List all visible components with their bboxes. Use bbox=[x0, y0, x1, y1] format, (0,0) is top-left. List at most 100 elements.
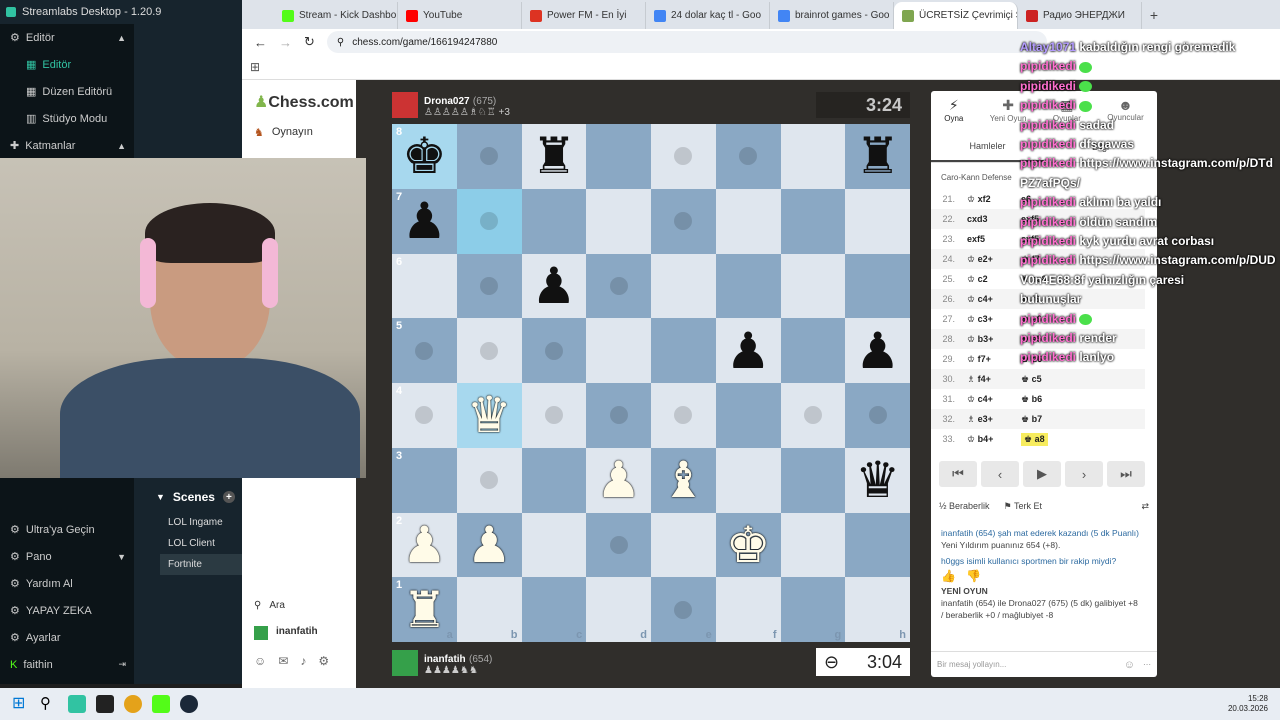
move-hint-dot[interactable] bbox=[803, 406, 822, 425]
square-e4[interactable] bbox=[651, 383, 716, 448]
white-king-piece[interactable]: ♚ bbox=[726, 520, 771, 570]
white-move[interactable]: ♔ b3+ bbox=[959, 334, 1021, 345]
square-b7[interactable] bbox=[456, 188, 522, 254]
square-a3[interactable]: 3 bbox=[392, 447, 457, 513]
square-e2[interactable] bbox=[651, 512, 716, 578]
scene-lol-client[interactable]: LOL Client bbox=[160, 533, 242, 554]
scene-lol-ingame[interactable]: LOL Ingame bbox=[160, 512, 242, 533]
square-g7[interactable] bbox=[780, 188, 846, 254]
white-move[interactable]: cxd3 bbox=[959, 214, 1021, 224]
square-a4[interactable]: 4 bbox=[392, 383, 457, 448]
square-a7[interactable]: ♟ 7 bbox=[392, 188, 457, 254]
forward-icon[interactable]: → bbox=[279, 35, 292, 50]
menu-ultra[interactable]: ⚙ Ultra'ya Geçin bbox=[0, 516, 134, 543]
square-d3[interactable]: ♟ bbox=[586, 447, 651, 513]
black-pawn-piece[interactable]: ♟ bbox=[855, 326, 900, 376]
square-d8[interactable] bbox=[586, 124, 651, 189]
chat-username[interactable]: pipidikedi bbox=[1020, 195, 1079, 209]
square-d7[interactable] bbox=[586, 188, 651, 254]
square-e3[interactable]: ♝ bbox=[651, 447, 716, 513]
tab-play[interactable]: ⚡ Oyna bbox=[944, 97, 963, 131]
square-g4[interactable] bbox=[780, 383, 846, 448]
square-g1[interactable]: g bbox=[780, 577, 846, 642]
square-g8[interactable] bbox=[780, 124, 846, 189]
new-tab-button[interactable]: + bbox=[1142, 7, 1166, 23]
move-hint-dot[interactable] bbox=[609, 406, 628, 425]
menu-editor-group[interactable]: ⚙ Editör ▲ bbox=[0, 24, 134, 51]
square-c8[interactable]: ♜ bbox=[521, 124, 587, 189]
chat-username[interactable]: Altay1071 bbox=[1020, 40, 1079, 54]
black-pawn-piece[interactable]: ♟ bbox=[531, 261, 576, 311]
white-move[interactable]: ♗ f4+ bbox=[959, 374, 1021, 385]
white-move[interactable]: ♔ c4+ bbox=[959, 294, 1021, 305]
square-g2[interactable] bbox=[780, 512, 846, 578]
square-h8[interactable]: ♜ bbox=[845, 124, 910, 189]
bell-icon[interactable]: ♪ bbox=[300, 654, 306, 668]
menu-settings[interactable]: ⚙ Ayarlar bbox=[0, 624, 134, 651]
tab-chess[interactable]: ÜCRETSİZ Çevrimiçi S bbox=[894, 2, 1018, 29]
square-b2[interactable]: ♟ bbox=[456, 512, 522, 578]
url-bar[interactable]: ⚲ chess.com/game/166194247880 bbox=[326, 31, 1047, 53]
chat-username[interactable]: pipidikedi bbox=[1020, 98, 1079, 112]
move-hint-dot[interactable] bbox=[544, 406, 563, 425]
move-hint-dot[interactable] bbox=[868, 406, 887, 425]
square-b5[interactable] bbox=[456, 318, 522, 383]
square-h2[interactable] bbox=[845, 512, 910, 578]
friends-icon[interactable]: ☺ bbox=[254, 654, 266, 668]
resign-button[interactable]: ⚑ Terk Et bbox=[1004, 501, 1042, 512]
scene-fortnite[interactable]: Fortnite bbox=[160, 554, 242, 575]
square-f1[interactable]: f bbox=[715, 577, 781, 642]
square-b8[interactable] bbox=[456, 124, 522, 189]
more-icon[interactable]: ⋯ bbox=[1143, 660, 1151, 669]
tab-google-dolar[interactable]: 24 dolar kaç tl - Goo bbox=[646, 2, 770, 29]
square-b4[interactable]: ♛ bbox=[456, 383, 522, 448]
first-move-button[interactable]: ⏮ bbox=[939, 461, 977, 487]
chat-username[interactable]: pipidikedi bbox=[1020, 137, 1079, 151]
black-king-piece[interactable]: ♚ bbox=[402, 131, 447, 181]
white-move[interactable]: ♔ c2 bbox=[959, 274, 1021, 285]
square-g5[interactable] bbox=[780, 318, 846, 383]
move-hint-dot[interactable] bbox=[480, 471, 499, 490]
move-hint-dot[interactable] bbox=[480, 212, 499, 231]
white-bishop-piece[interactable]: ♝ bbox=[661, 455, 706, 505]
square-e5[interactable] bbox=[651, 318, 716, 383]
black-queen-piece[interactable]: ♛ bbox=[855, 455, 900, 505]
square-b1[interactable]: b bbox=[456, 577, 522, 642]
square-d5[interactable] bbox=[586, 318, 651, 383]
square-a6[interactable]: 6 bbox=[392, 253, 457, 319]
square-d6[interactable] bbox=[586, 253, 651, 319]
next-move-button[interactable]: ▶ bbox=[1023, 461, 1061, 487]
chat-username[interactable]: pipidikedi bbox=[1020, 79, 1079, 93]
move-hint-dot[interactable] bbox=[609, 276, 628, 295]
nav-play[interactable]: ♞ Oynayın bbox=[254, 126, 313, 139]
square-e1[interactable]: e bbox=[651, 577, 716, 642]
move-hint-dot[interactable] bbox=[674, 147, 693, 166]
square-f4[interactable] bbox=[715, 383, 781, 448]
chat-username[interactable]: pipidikedi bbox=[1020, 312, 1079, 326]
gear-icon[interactable]: ⚙ bbox=[318, 654, 329, 668]
chat-username[interactable]: pipidikedi bbox=[1020, 118, 1079, 132]
square-h7[interactable] bbox=[845, 188, 910, 254]
chat-username[interactable]: pipidikedi bbox=[1020, 253, 1079, 267]
square-f6[interactable] bbox=[715, 253, 781, 319]
move-hint-dot[interactable] bbox=[674, 212, 693, 231]
chat-username[interactable]: pipidikedi bbox=[1020, 156, 1079, 170]
square-g6[interactable] bbox=[780, 253, 846, 319]
black-move[interactable]: ♚ a8 bbox=[1021, 432, 1048, 446]
menu-help[interactable]: ⚙ Yardım Al bbox=[0, 570, 134, 597]
black-move[interactable]: ♚ b7 bbox=[1021, 414, 1101, 425]
square-h3[interactable]: ♛ bbox=[845, 447, 910, 513]
white-rook-piece[interactable]: ♜ bbox=[402, 585, 447, 635]
square-a8[interactable]: ♚ 8 bbox=[392, 124, 457, 189]
square-h4[interactable] bbox=[845, 383, 910, 448]
tab-radio-energy[interactable]: Радио ЭНЕРДЖИ bbox=[1018, 2, 1142, 29]
steam-icon[interactable] bbox=[180, 695, 198, 713]
square-c1[interactable]: c bbox=[521, 577, 587, 642]
reload-icon[interactable]: ↻ bbox=[304, 34, 315, 50]
emoji-icon[interactable]: ☺ bbox=[1124, 659, 1135, 671]
white-move[interactable]: ♔ f7+ bbox=[959, 354, 1021, 365]
chrome-icon[interactable] bbox=[124, 695, 142, 713]
square-a2[interactable]: ♟ 2 bbox=[392, 512, 457, 578]
menu-dashboard[interactable]: ⚙ Pano ▼ bbox=[0, 543, 134, 570]
thumbs-down-icon[interactable]: 👎 bbox=[966, 570, 981, 582]
